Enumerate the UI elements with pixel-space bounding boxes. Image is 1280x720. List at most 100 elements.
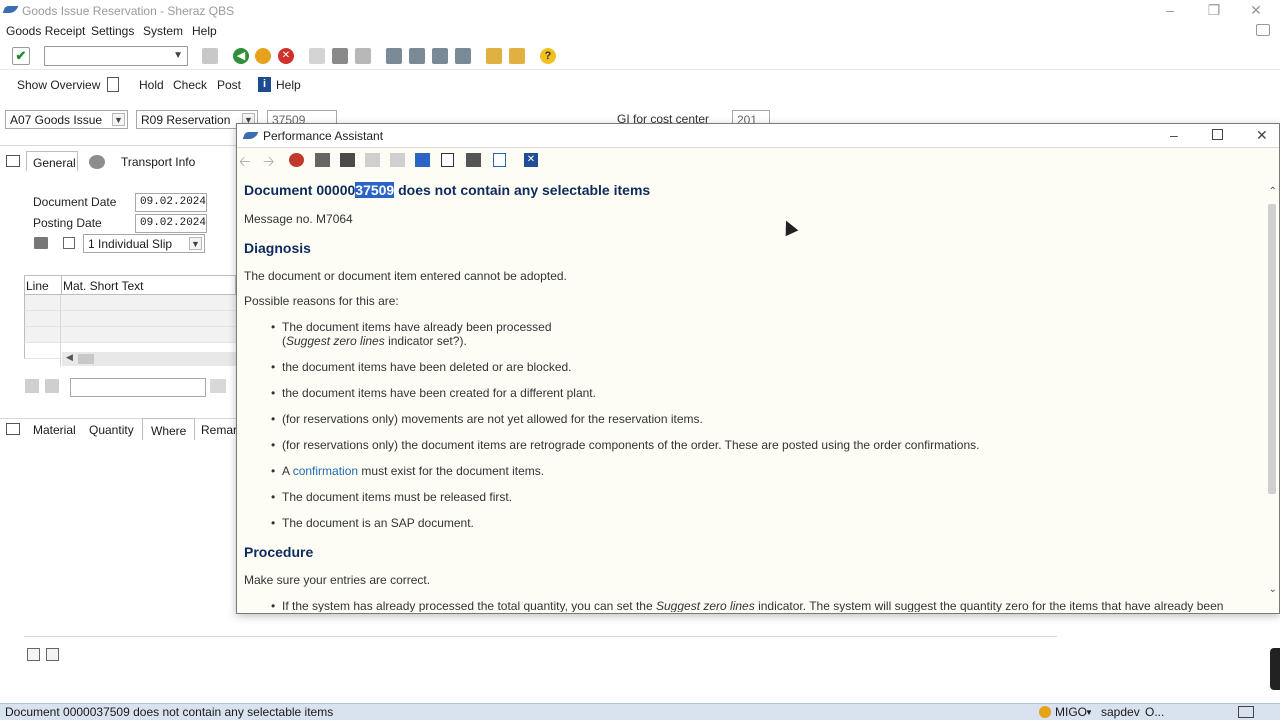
close-icon[interactable]: ✕ — [1246, 2, 1266, 19]
menu-system[interactable]: System — [143, 24, 183, 38]
reasons-intro: Possible reasons for this are: — [244, 294, 399, 308]
edit-icon[interactable] — [340, 153, 355, 167]
first-page-icon[interactable] — [386, 48, 402, 64]
table-row[interactable] — [24, 327, 236, 343]
check-button[interactable]: Check — [173, 78, 207, 92]
help-icon[interactable] — [1039, 706, 1051, 718]
col-line-header[interactable]: Line — [26, 279, 49, 293]
cancel-icon[interactable]: ✕ — [278, 48, 294, 64]
document-date-label: Document Date — [33, 195, 117, 209]
tab-quantity[interactable]: Quantity — [89, 423, 134, 437]
minimize-icon[interactable]: – — [1160, 2, 1180, 18]
scroll-up-icon[interactable]: ⌃ — [1269, 186, 1277, 197]
grid-search-field[interactable] — [70, 378, 206, 397]
vertical-scrollbar[interactable] — [1268, 204, 1276, 494]
procedure-1-emphasis: Suggest zero lines — [656, 599, 755, 612]
vehicle-icon — [89, 155, 105, 169]
message-number: Message no. M7064 — [244, 212, 353, 226]
pa-heading-suffix: does not contain any selectable items — [394, 182, 651, 198]
status-options-icon[interactable] — [1238, 706, 1254, 718]
next-item-icon[interactable] — [46, 648, 59, 661]
back-icon[interactable]: ◀ — [233, 48, 249, 64]
tree-icon[interactable] — [315, 153, 330, 167]
document-icon[interactable] — [493, 153, 506, 167]
forward-arrow-icon[interactable]: 🡢 — [263, 151, 274, 175]
next-page-icon[interactable] — [432, 48, 448, 64]
close-icon[interactable]: ✕ — [1256, 127, 1268, 144]
scroll-thumb[interactable] — [78, 354, 94, 364]
previous-page-icon[interactable] — [409, 48, 425, 64]
status-extra: O... — [1145, 705, 1165, 719]
scroll-down-icon[interactable]: ⌄ — [1269, 584, 1277, 595]
grid-search-icon[interactable] — [210, 379, 226, 393]
show-overview-button[interactable]: Show Overview — [17, 78, 100, 92]
shortcut-icon[interactable] — [509, 48, 525, 64]
list-item: (for reservations only) movements are no… — [271, 412, 1264, 426]
menu-settings[interactable]: Settings — [91, 24, 134, 38]
action-select[interactable]: A07 Goods Issue ▼ — [5, 110, 128, 129]
filter-icon[interactable] — [45, 379, 59, 393]
hold-button[interactable]: Hold — [139, 78, 164, 92]
technical-info-icon[interactable] — [289, 153, 304, 167]
new-document-icon[interactable] — [107, 77, 119, 92]
previous-item-icon[interactable] — [27, 648, 40, 661]
related-help-icon[interactable] — [466, 153, 481, 167]
pa-title-bar: Performance Assistant – ✕ — [237, 124, 1279, 148]
restore-icon[interactable]: ❐ — [1204, 2, 1224, 19]
scroll-left-icon[interactable]: ◀ — [66, 352, 73, 363]
save-icon[interactable] — [202, 48, 218, 64]
diagnosis-text: The document or document item entered ca… — [244, 269, 567, 283]
col-text-header[interactable]: Mat. Short Text — [63, 279, 143, 293]
tab-remarks[interactable]: Remar — [201, 423, 236, 437]
print-checkbox[interactable] — [63, 237, 75, 249]
list-item: If the system has already processed the … — [271, 599, 1264, 612]
back-arrow-icon[interactable]: 🡠 — [239, 151, 250, 175]
reason-1-line2: indicator set?). — [384, 334, 467, 348]
find-next-icon[interactable] — [355, 48, 371, 64]
transaction-code[interactable]: MIGO — [1055, 705, 1087, 719]
print-icon[interactable] — [441, 153, 454, 167]
reason-1-emphasis: Suggest zero lines — [286, 334, 385, 348]
collapse-header-icon[interactable] — [6, 155, 20, 167]
help-icon[interactable]: ? — [540, 48, 556, 64]
new-session-icon[interactable] — [486, 48, 502, 64]
print-icon[interactable] — [309, 48, 325, 64]
standard-toolbar — [0, 42, 1280, 70]
chevron-down-icon: ▼ — [189, 237, 202, 250]
exit-icon[interactable] — [255, 48, 271, 64]
minimize-icon[interactable]: – — [1170, 127, 1178, 143]
chevron-down-icon: ▼ — [173, 50, 183, 61]
exit-help-icon[interactable]: ✕ — [524, 153, 538, 167]
slip-select[interactable]: 1 Individual Slip ▼ — [83, 234, 205, 253]
tab-material[interactable]: Material — [33, 423, 76, 437]
posting-date-field[interactable]: 09.02.2024 — [135, 214, 207, 233]
side-handle[interactable] — [1270, 648, 1280, 690]
enter-icon[interactable]: ✔ — [12, 47, 30, 65]
maximize-icon[interactable] — [1212, 129, 1223, 140]
menu-help[interactable]: Help — [192, 24, 217, 38]
delete-row-icon[interactable] — [25, 379, 39, 393]
tab-general[interactable]: General — [26, 151, 78, 171]
printer-icon[interactable] — [34, 237, 48, 249]
chevron-down-icon[interactable]: ▼ — [1085, 708, 1093, 717]
command-field[interactable]: ▼ — [44, 46, 188, 66]
table-row[interactable] — [24, 311, 236, 327]
last-page-icon[interactable] — [455, 48, 471, 64]
glossary-icon[interactable] — [390, 153, 405, 167]
tab-transport-info[interactable]: Transport Info — [121, 155, 195, 175]
document-date-field[interactable]: 09.02.2024 — [135, 193, 207, 212]
format-icon[interactable] — [415, 153, 430, 167]
help-button[interactable]: Help — [276, 78, 301, 92]
find-icon[interactable] — [332, 48, 348, 64]
chevron-down-icon: ▼ — [112, 113, 125, 126]
tab-where[interactable]: Where — [142, 418, 196, 440]
confirmation-link[interactable]: confirmation — [293, 464, 358, 478]
customize-layout-icon[interactable] — [1256, 24, 1270, 36]
horizontal-scrollbar[interactable]: ◀ — [62, 352, 236, 366]
collapse-detail-icon[interactable] — [6, 423, 20, 435]
bookmark-icon[interactable] — [365, 153, 380, 167]
post-button[interactable]: Post — [217, 78, 241, 92]
table-row[interactable] — [24, 295, 236, 311]
list-item: The document items have already been pro… — [271, 320, 1264, 348]
menu-goods-receipt[interactable]: Goods Receipt — [6, 24, 85, 38]
